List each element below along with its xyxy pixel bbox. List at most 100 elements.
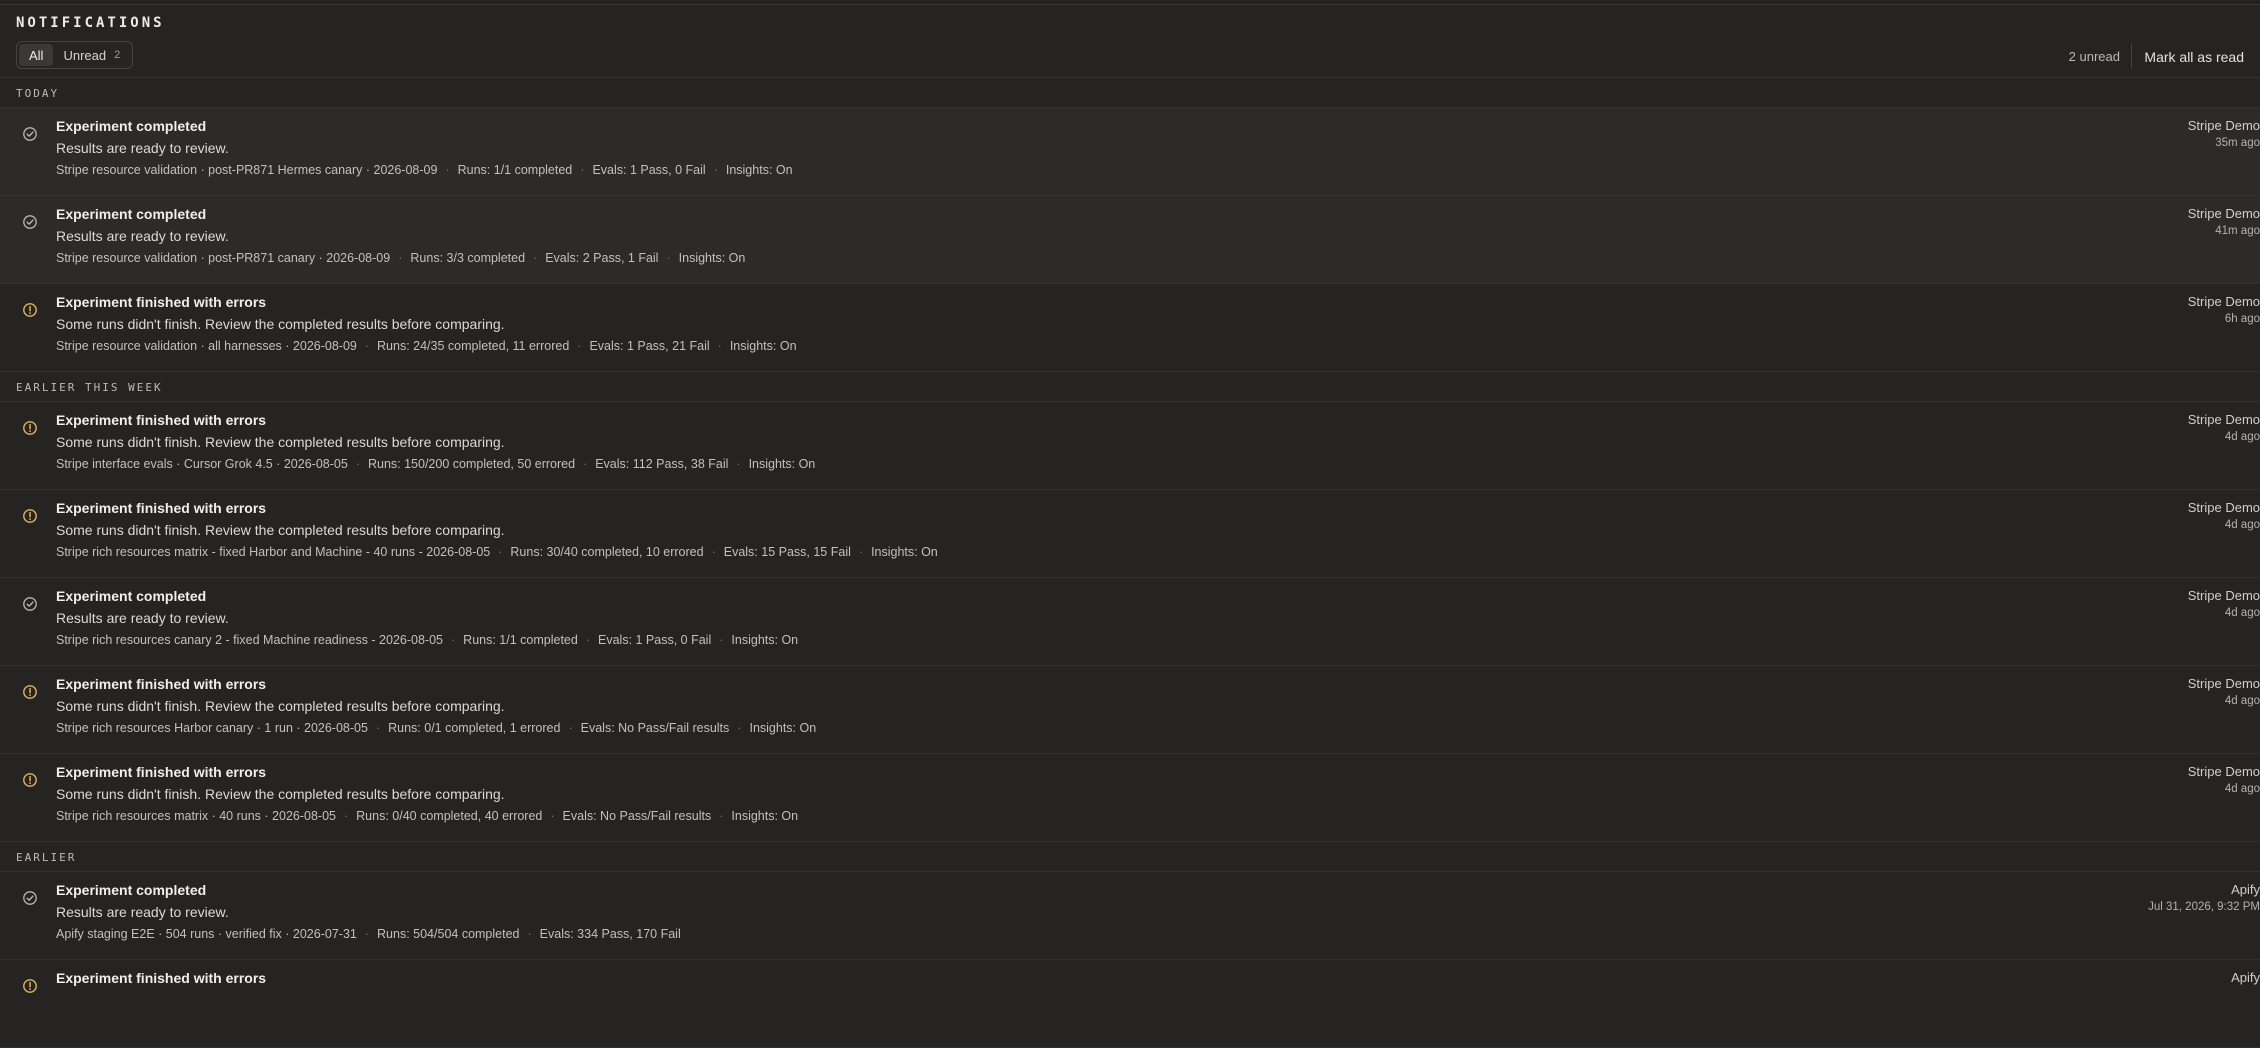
meta-separator: ·	[717, 339, 722, 353]
meta-segment: Evals: 1 Pass, 0 Fail	[598, 633, 712, 647]
meta-segment: Insights: On	[731, 809, 799, 823]
meta-separator: ·	[527, 927, 532, 941]
notification-body: Some runs didn't finish. Review the comp…	[56, 434, 505, 450]
meta-separator: ·	[719, 809, 724, 823]
meta-segment: Insights: On	[729, 339, 797, 353]
filter-toggle-group: All Unread 2	[16, 41, 134, 69]
meta-separator: ·	[343, 809, 349, 823]
notification-item[interactable]: Experiment completed Results are ready to…	[0, 578, 2260, 666]
notification-list: TODAY Experiment completed Results are rea…	[0, 78, 2260, 1048]
notification-title: Experiment finished with errors	[56, 676, 267, 692]
mark-all-read-button[interactable]: Mark all as read	[2144, 49, 2244, 65]
notification-body: Results are ready to review.	[56, 140, 229, 156]
meta-separator: ·	[583, 457, 588, 471]
warning-circle-icon	[22, 508, 38, 524]
meta-segment: Stripe rich resources matrix · 40 runs ·…	[56, 809, 336, 823]
meta-separator: ·	[580, 163, 585, 177]
meta-separator: ·	[364, 927, 370, 941]
notification-title: Experiment finished with errors	[56, 764, 267, 780]
notification-body: Some runs didn't finish. Review the comp…	[56, 316, 505, 332]
filter-unread-button[interactable]: Unread 2	[53, 44, 130, 66]
notification-source: Stripe Demo	[2187, 764, 2260, 779]
filter-all-button[interactable]: All	[19, 44, 54, 66]
meta-segment: Insights: On	[871, 545, 938, 559]
meta-segment: Insights: On	[749, 721, 817, 735]
notification-meta: Stripe resource validation · all harness…	[56, 339, 797, 353]
notification-meta: Apify staging E2E · 504 runs · verified …	[56, 927, 681, 941]
notification-title: Experiment completed	[56, 118, 207, 134]
notification-timestamp: 6h ago	[2224, 313, 2260, 325]
meta-separator: ·	[577, 339, 582, 353]
unread-status: 2 unread	[2068, 49, 2120, 64]
meta-segment: Runs: 3/3 completed	[410, 251, 526, 265]
meta-segment: Stripe resource validation · all harness…	[56, 339, 357, 353]
meta-segment: Evals: 1 Pass, 21 Fail	[589, 339, 710, 353]
notification-timestamp: 4d ago	[2224, 519, 2260, 531]
meta-segment: Runs: 1/1 completed	[457, 163, 573, 177]
notification-item[interactable]: Experiment finished with errors Apify	[0, 960, 2260, 1048]
notification-title: Experiment finished with errors	[56, 412, 267, 428]
notification-title: Experiment finished with errors	[56, 970, 267, 986]
notification-item[interactable]: Experiment completed Results are ready to…	[0, 872, 2260, 960]
notification-title: Experiment completed	[56, 588, 207, 604]
meta-separator: ·	[711, 545, 716, 559]
meta-separator: ·	[737, 721, 742, 735]
notification-meta: Stripe rich resources Harbor canary · 1 …	[56, 721, 816, 735]
meta-separator: ·	[713, 163, 718, 177]
warning-circle-icon	[22, 772, 38, 788]
page-title: NOTIFICATIONS	[16, 15, 165, 31]
notification-item[interactable]: Experiment completed Results are ready to…	[0, 108, 2260, 196]
notification-body: Some runs didn't finish. Review the comp…	[56, 786, 505, 802]
meta-separator: ·	[364, 339, 370, 353]
meta-segment: Evals: 1 Pass, 0 Fail	[592, 163, 706, 177]
warning-circle-icon	[22, 302, 38, 318]
notifications-header: NOTIFICATIONS All Unread 2 2 unread Mark…	[0, 5, 2260, 78]
meta-segment: Runs: 0/40 completed, 40 errored	[356, 809, 543, 823]
notification-item[interactable]: Experiment finished with errors Some runs…	[0, 402, 2260, 490]
meta-segment: Stripe rich resources Harbor canary · 1 …	[56, 721, 368, 735]
notification-item[interactable]: Experiment completed Results are ready to…	[0, 196, 2260, 284]
meta-separator: ·	[858, 545, 864, 559]
meta-separator: ·	[375, 721, 381, 735]
notification-body: Results are ready to review.	[56, 228, 229, 244]
notification-item[interactable]: Experiment finished with errors Some runs…	[0, 284, 2260, 372]
meta-segment: Apify staging E2E · 504 runs · verified …	[56, 927, 357, 941]
notification-meta: Stripe interface evals · Cursor Grok 4.5…	[56, 457, 815, 471]
meta-separator: ·	[719, 633, 724, 647]
meta-separator: ·	[533, 251, 538, 265]
meta-separator: ·	[355, 457, 360, 471]
meta-separator: ·	[451, 633, 456, 647]
meta-segment: Runs: 30/40 completed, 10 errored	[510, 545, 704, 559]
notification-timestamp: 4d ago	[2224, 431, 2260, 443]
meta-segment: Evals: 15 Pass, 15 Fail	[723, 545, 851, 559]
meta-segment: Stripe resource validation · post-PR871 …	[56, 163, 438, 177]
filter-all-label: All	[29, 47, 44, 63]
meta-segment: Insights: On	[731, 633, 799, 647]
notification-source: Stripe Demo	[2187, 588, 2260, 603]
notification-timestamp: 4d ago	[2224, 607, 2260, 619]
notification-source: Stripe Demo	[2187, 206, 2260, 221]
notification-body: Results are ready to review.	[56, 610, 229, 626]
warning-circle-icon	[22, 684, 38, 700]
header-divider	[2131, 43, 2132, 69]
notification-item[interactable]: Experiment finished with errors Some runs…	[0, 666, 2260, 754]
notification-item[interactable]: Experiment finished with errors Some runs…	[0, 490, 2260, 578]
meta-segment: Evals: 112 Pass, 38 Fail	[595, 457, 729, 471]
notification-body: Some runs didn't finish. Review the comp…	[56, 698, 505, 714]
notification-meta: Stripe rich resources canary 2 - fixed M…	[56, 633, 798, 647]
meta-segment: Evals: No Pass/Fail results	[580, 721, 730, 735]
meta-segment: Runs: 1/1 completed	[463, 633, 578, 647]
notification-title: Experiment finished with errors	[56, 500, 267, 516]
meta-separator: ·	[498, 545, 503, 559]
notification-item[interactable]: Experiment finished with errors Some runs…	[0, 754, 2260, 842]
notification-title: Experiment finished with errors	[56, 294, 267, 310]
section-label: TODAY	[0, 78, 2260, 108]
notification-source: Stripe Demo	[2187, 118, 2260, 133]
section-label: EARLIER THIS WEEK	[0, 372, 2260, 402]
meta-segment: Stripe rich resources matrix - fixed Har…	[56, 545, 491, 559]
notification-meta: Stripe rich resources matrix · 40 runs ·…	[56, 809, 798, 823]
notification-title: Experiment completed	[56, 206, 207, 222]
check-circle-icon	[22, 214, 38, 230]
notification-source: Apify	[2231, 882, 2260, 897]
meta-segment: Stripe resource validation · post-PR871 …	[56, 251, 391, 265]
